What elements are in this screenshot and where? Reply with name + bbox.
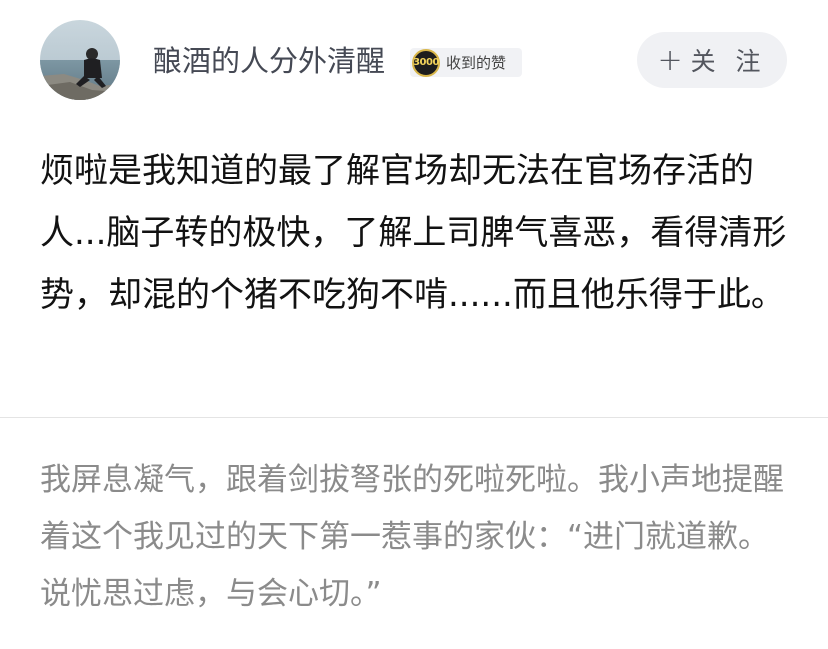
quote-excerpt: 我屏息凝气，跟着剑拔弩张的死啦死啦。我小声地提醒着这个我见过的天下第一惹事的家伙…: [40, 462, 784, 612]
badge-count-icon: 3000: [412, 48, 440, 77]
follow-button[interactable]: + 关 注: [637, 32, 787, 88]
author-name[interactable]: 酿酒的人分外清醒: [153, 42, 385, 80]
badge-label: 收到的赞: [446, 54, 507, 72]
avatar-image: [40, 20, 120, 100]
divider: [0, 417, 828, 418]
answer-author-header: 酿酒的人分外清醒 3000 收到的赞 + 关 注: [0, 0, 828, 118]
answer-text: 烦啦是我知道的最了解官场却无法在官场存活的人...脑子转的极快，了解上司脾气喜恶…: [40, 151, 787, 315]
likes-badge: 3000 收到的赞: [410, 48, 522, 77]
plus-icon: +: [657, 42, 683, 78]
follow-button-label: 关 注: [690, 47, 767, 76]
avatar[interactable]: [40, 20, 120, 100]
